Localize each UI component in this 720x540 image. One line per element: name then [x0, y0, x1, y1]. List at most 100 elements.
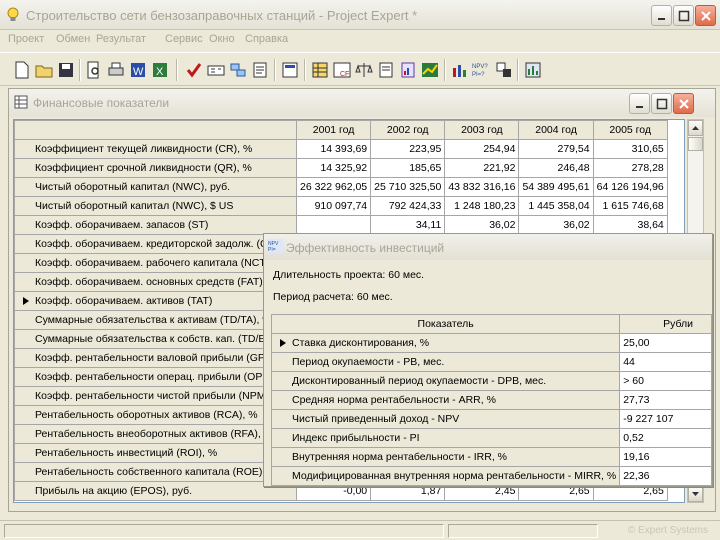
maximize-button[interactable] — [673, 5, 694, 26]
analysis-icon[interactable] — [450, 60, 470, 80]
row-label[interactable]: Коэфф. оборачиваем. рабочего капитала (N… — [14, 253, 297, 273]
indicator-value[interactable]: -9 227 107 — [619, 409, 712, 429]
print-preview-icon[interactable] — [84, 60, 104, 80]
table-row[interactable]: Индекс прибыльности - PI 0,52 — [270, 428, 712, 448]
value-cell[interactable]: 36,02 — [518, 215, 594, 235]
indicator-value[interactable]: 44 — [619, 352, 712, 372]
row-label[interactable]: Коэфф. рентабельности чистой прибыли (NP… — [14, 386, 297, 406]
indicator-column-header[interactable]: Показатель — [270, 314, 621, 334]
cash-flow-icon[interactable]: CF — [332, 60, 352, 80]
value-cell[interactable]: 1 445 358,04 — [518, 196, 594, 216]
chart-icon[interactable] — [398, 60, 418, 80]
fin-minimize-button[interactable] — [629, 93, 650, 114]
value-cell[interactable] — [295, 215, 372, 235]
table-row[interactable]: Чистый оборотный капитал (NWC), руб. 26 3… — [14, 177, 668, 197]
indicator-value[interactable]: 22,36 — [619, 466, 712, 486]
row-label[interactable]: Суммарные обязательства к собств. кап. (… — [14, 329, 297, 349]
balance-scale-icon[interactable] — [354, 60, 374, 80]
model-icon[interactable] — [228, 60, 248, 80]
open-folder-icon[interactable] — [34, 60, 54, 80]
value-cell[interactable]: 38,64 — [592, 215, 668, 235]
row-label[interactable]: Чистый оборотный капитал (NWC), руб. — [14, 177, 297, 197]
minimize-button[interactable] — [651, 5, 672, 26]
fin-maximize-button[interactable] — [651, 93, 672, 114]
year-column-header[interactable]: 2001 год — [295, 120, 372, 140]
save-disk-icon[interactable] — [56, 60, 76, 80]
value-cell[interactable]: 278,28 — [592, 158, 668, 178]
value-cell[interactable]: 26 322 962,05 — [295, 177, 372, 197]
npv-pi-icon[interactable]: NPV? PI=? — [471, 60, 493, 80]
indicator-value[interactable]: 27,73 — [619, 390, 712, 410]
table-row[interactable]: Период окупаемости - PB, мес. 44 — [270, 352, 712, 372]
row-label[interactable]: Рентабельность оборотных активов (RCA), … — [14, 405, 297, 425]
year-column-header[interactable]: 2005 год — [592, 120, 668, 140]
currency-column-header[interactable]: Рубли — [619, 314, 712, 334]
table-row[interactable]: Чистый оборотный капитал (NWC), $ US 910 … — [14, 196, 668, 216]
notes-icon[interactable] — [250, 60, 270, 80]
calculator-icon[interactable] — [206, 60, 226, 80]
table-row[interactable]: Внутренняя норма рентабельности - IRR, %… — [270, 447, 712, 467]
value-cell[interactable]: 223,95 — [370, 139, 446, 159]
row-label[interactable]: Коэфф. рентабельности операц. прибыли (O… — [14, 367, 297, 387]
value-cell[interactable]: 310,65 — [592, 139, 668, 159]
row-label[interactable]: Коэфф. оборачиваем. активов (TAT) — [14, 291, 297, 311]
scroll-up-button[interactable] — [688, 120, 703, 136]
value-cell[interactable]: 43 832 316,16 — [444, 177, 520, 197]
menu-service[interactable]: Сервис — [165, 33, 203, 45]
row-label[interactable]: Суммарные обязательства к активам (TD/TA… — [14, 310, 297, 330]
value-cell[interactable]: 64 126 194,96 — [592, 177, 668, 197]
value-cell[interactable]: 14 325,92 — [295, 158, 372, 178]
color-chart-icon[interactable] — [420, 60, 440, 80]
row-label[interactable]: Коэфф. оборачиваем. основных средств (FA… — [14, 272, 297, 292]
document-icon[interactable] — [376, 60, 396, 80]
table-row[interactable]: Средняя норма рентабельности - ARR, % 27,… — [270, 390, 712, 410]
indicator-value[interactable]: 19,16 — [619, 447, 712, 467]
year-column-header[interactable]: 2004 год — [518, 120, 594, 140]
value-cell[interactable]: 246,48 — [518, 158, 594, 178]
row-label[interactable]: Чистый оборотный капитал (NWC), $ US — [14, 196, 297, 216]
value-cell[interactable]: 185,65 — [370, 158, 446, 178]
fin-close-button[interactable] — [673, 93, 694, 114]
table-row[interactable]: Коэффициент срочной ликвидности (QR), % 1… — [14, 158, 668, 178]
menu-exchange[interactable]: Обмен — [56, 33, 90, 45]
report-icon[interactable] — [280, 60, 300, 80]
table-row[interactable]: Чистый приведенный доход - NPV -9 227 107 — [270, 409, 712, 429]
value-cell[interactable]: 221,92 — [444, 158, 520, 178]
table-row[interactable]: Ставка дисконтирования, % 25,00 — [270, 333, 712, 353]
value-cell[interactable]: 34,11 — [370, 215, 446, 235]
row-label[interactable]: Прибыль на акцию (EPOS), руб. — [14, 481, 297, 501]
menu-window[interactable]: Окно — [209, 33, 235, 45]
row-label[interactable]: Коэфф. оборачиваем. запасов (ST) — [14, 215, 297, 235]
table-row[interactable]: Дисконтированный период окупаемости - DP… — [270, 371, 712, 391]
close-button[interactable] — [695, 5, 716, 26]
row-label[interactable]: Коэфф. оборачиваем. кредиторской задолж.… — [14, 234, 297, 254]
indicator-value[interactable]: 25,00 — [619, 333, 712, 353]
indicator-value[interactable]: > 60 — [619, 371, 712, 391]
row-label[interactable]: Рентабельность инвестиций (ROI), % — [14, 443, 297, 463]
value-cell[interactable]: 14 393,69 — [295, 139, 372, 159]
value-cell[interactable]: 36,02 — [444, 215, 520, 235]
table-row[interactable]: Модифицированная внутренняя норма рентаб… — [270, 466, 712, 486]
value-cell[interactable]: 25 710 325,50 — [370, 177, 446, 197]
row-label[interactable]: Коэффициент срочной ликвидности (QR), % — [14, 158, 297, 178]
menu-result[interactable]: Результат — [96, 33, 146, 45]
indicator-label[interactable]: Внутренняя норма рентабельности - IRR, % — [270, 447, 621, 467]
row-label[interactable]: Коэфф. рентабельности валовой прибыли (G… — [14, 348, 297, 368]
table-row[interactable]: Коэфф. оборачиваем. запасов (ST) 34,11 36,… — [14, 215, 668, 235]
scroll-thumb[interactable] — [688, 137, 703, 151]
year-column-header[interactable]: 2003 год — [444, 120, 520, 140]
value-cell[interactable]: 254,94 — [444, 139, 520, 159]
row-label[interactable]: Рентабельность собственного капитала (RO… — [14, 462, 297, 482]
value-cell[interactable]: 1 615 746,68 — [592, 196, 668, 216]
indicator-label[interactable]: Дисконтированный период окупаемости - DP… — [270, 371, 621, 391]
indicator-label[interactable]: Период окупаемости - PB, мес. — [270, 352, 621, 372]
value-cell[interactable]: 910 097,74 — [295, 196, 372, 216]
value-cell[interactable]: 279,54 — [518, 139, 594, 159]
check-mark-icon[interactable] — [184, 60, 204, 80]
table-icon[interactable] — [310, 60, 330, 80]
word-export-icon[interactable]: W — [128, 60, 148, 80]
table-row[interactable]: Коэффициент текущей ликвидности (CR), % 1… — [14, 139, 668, 159]
indicator-label[interactable]: Модифицированная внутренняя норма рентаб… — [270, 466, 621, 486]
excel-export-icon[interactable]: X — [150, 60, 170, 80]
indicator-label[interactable]: Индекс прибыльности - PI — [270, 428, 621, 448]
